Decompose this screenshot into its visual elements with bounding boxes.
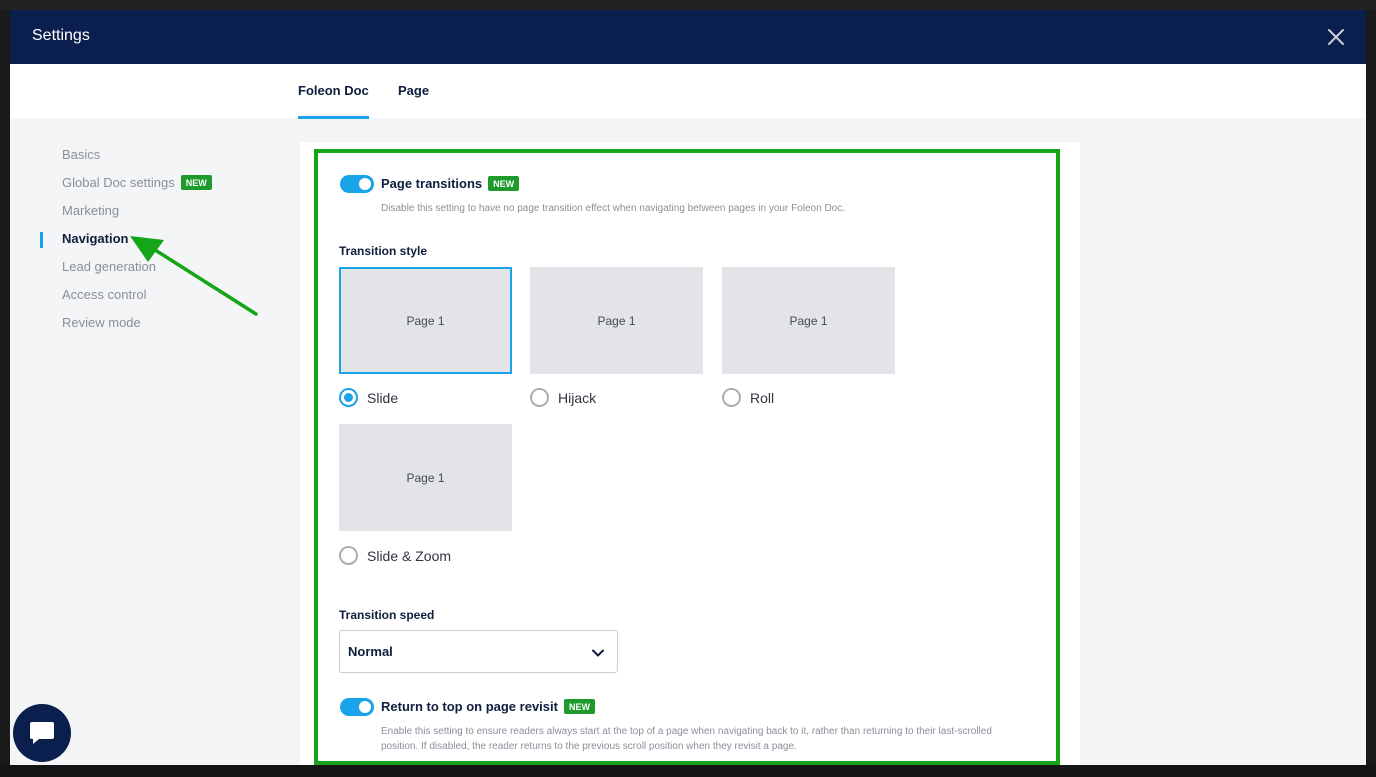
page-transitions-label: Page transitions NEW xyxy=(381,176,520,192)
modal-header: Settings xyxy=(10,10,1366,64)
radio-label: Hijack xyxy=(558,389,597,406)
radio-button[interactable] xyxy=(339,546,358,565)
settings-content-panel: Page transitions NEW Disable this setting… xyxy=(300,142,1080,765)
radio-option-roll[interactable]: Roll xyxy=(722,388,774,407)
chevron-down-icon xyxy=(592,649,604,657)
radio-label: Slide & Zoom xyxy=(367,547,452,564)
radio-label: Roll xyxy=(750,389,775,406)
transition-thumb-slide[interactable]: Page 1 xyxy=(339,267,512,374)
settings-modal: Settings Foleon Doc Page Basics Global D… xyxy=(10,10,1366,765)
transition-thumb-hijack[interactable]: Page 1 xyxy=(530,267,703,374)
sidebar-item-label: Marketing xyxy=(62,203,120,218)
new-badge: NEW xyxy=(180,175,212,191)
sidebar-item-basics[interactable]: Basics xyxy=(40,142,280,170)
radio-option-hijack[interactable]: Hijack xyxy=(530,388,596,407)
chat-button[interactable] xyxy=(13,704,71,762)
page-transitions-description: Disable this setting to have no page tra… xyxy=(381,203,845,214)
radio-button[interactable] xyxy=(722,388,741,407)
description-line: position. If disabled, the reader return… xyxy=(381,741,797,752)
radio-button[interactable] xyxy=(530,388,549,407)
sidebar-item-label: Navigation xyxy=(62,231,129,246)
return-to-top-description: Enable this setting to ensure readers al… xyxy=(381,724,1061,754)
sidebar-item-label: Review mode xyxy=(62,315,141,330)
transition-speed-label: Transition speed xyxy=(339,608,435,622)
new-badge: NEW xyxy=(563,699,595,715)
new-badge: NEW xyxy=(488,176,520,192)
modal-title: Settings xyxy=(32,27,90,44)
tabs-bar: Foleon Doc Page xyxy=(10,64,1366,119)
close-icon xyxy=(1328,29,1344,45)
radio-option-slide-zoom[interactable]: Slide & Zoom xyxy=(339,546,451,565)
return-to-top-text: Return to top on page revisit xyxy=(381,699,558,714)
tab-foleon-doc[interactable]: Foleon Doc xyxy=(298,83,369,119)
transition-speed-select[interactable]: Normal xyxy=(339,630,618,673)
radio-option-slide[interactable]: Slide xyxy=(339,388,398,407)
transition-style-label: Transition style xyxy=(339,244,428,258)
page-transitions-text: Page transitions xyxy=(381,176,483,191)
return-to-top-label: Return to top on page revisit NEW xyxy=(381,699,595,715)
radio-label: Slide xyxy=(367,389,399,406)
description-line: Enable this setting to ensure readers al… xyxy=(381,726,992,737)
radio-button[interactable] xyxy=(339,388,358,407)
background-app-bottom xyxy=(0,765,1376,777)
transition-thumb-roll[interactable]: Page 1 xyxy=(722,267,895,374)
return-to-top-toggle[interactable] xyxy=(340,698,374,716)
select-value: Normal xyxy=(348,644,393,659)
transition-thumb-slide-zoom[interactable]: Page 1 xyxy=(339,424,512,531)
tab-page[interactable]: Page xyxy=(398,83,429,98)
sidebar-item-global-doc-settings[interactable]: Global Doc settings NEW xyxy=(40,170,280,198)
chat-icon xyxy=(30,722,54,744)
page-transitions-toggle[interactable] xyxy=(340,175,374,193)
sidebar-item-marketing[interactable]: Marketing xyxy=(40,198,280,226)
sidebar-item-label: Global Doc settings xyxy=(62,175,175,190)
annotation-arrow xyxy=(130,236,258,316)
sidebar-item-label: Basics xyxy=(62,147,101,162)
background-app-strip xyxy=(0,0,1376,10)
close-button[interactable] xyxy=(1324,25,1348,49)
